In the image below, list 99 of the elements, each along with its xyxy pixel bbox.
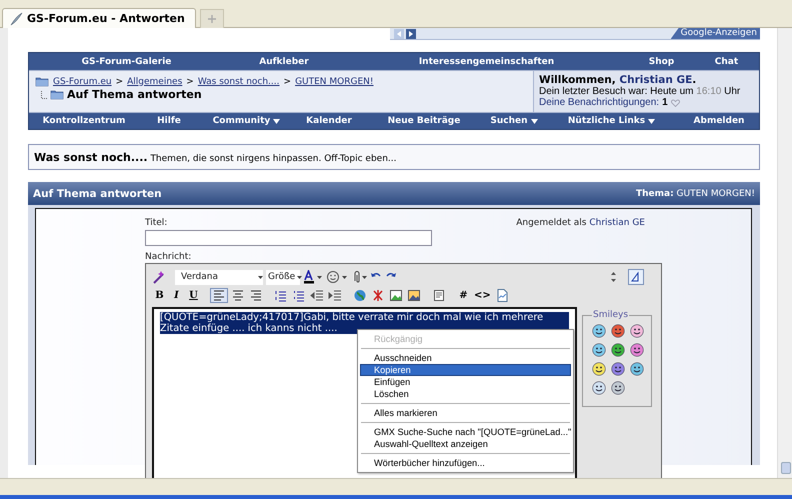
nav-link[interactable]: Aufkleber [259, 56, 309, 66]
align-left-button[interactable] [210, 288, 228, 302]
nav-link[interactable]: Suchen [490, 116, 538, 126]
photo-icon [407, 288, 421, 302]
toolbar-button[interactable]: # [456, 288, 471, 302]
breadcrumb-separator: > [116, 76, 124, 86]
nav-link[interactable]: Hilfe [157, 116, 181, 126]
field-label: Titel: [145, 218, 168, 228]
smiley-icon[interactable] [592, 324, 606, 338]
smiley-icon[interactable] [611, 343, 625, 357]
outdent-icon [310, 288, 324, 302]
caret-down-icon [530, 118, 538, 124]
globe-button[interactable] [352, 288, 368, 302]
smiley-icon[interactable] [630, 362, 644, 376]
ordered-list-icon [274, 288, 288, 302]
thread-label: Thema: GUTEN MORGEN! [636, 188, 755, 198]
size-select[interactable]: Größe [266, 270, 300, 284]
title-input[interactable] [145, 230, 432, 246]
caret-down-icon [258, 276, 263, 278]
nav-link[interactable]: Chat [714, 56, 738, 66]
menu-item[interactable]: GMX Suche-Suche nach "[QUOTE=grüneLad..." [360, 426, 571, 438]
font-select[interactable]: Verdana [175, 270, 263, 284]
notifications-link[interactable]: Deine Benachrichtigungen: [539, 97, 660, 108]
nav-link[interactable]: Shop [648, 56, 674, 66]
menu-item[interactable]: Ausschneiden [360, 352, 571, 364]
wand-icon[interactable] [152, 270, 166, 284]
smiley-menu-icon[interactable] [326, 270, 348, 284]
nav-link[interactable]: Nützliche Links [568, 116, 656, 126]
photo-button[interactable] [406, 288, 422, 302]
image-icon [389, 288, 403, 302]
align-center-button[interactable] [230, 288, 246, 302]
globe-icon [353, 288, 367, 302]
align-right-icon [249, 288, 263, 302]
field-label: Nachricht: [145, 252, 192, 262]
nav-link[interactable]: Neue Beiträge [388, 116, 460, 126]
tree-branch-icon [41, 90, 47, 98]
bullet-list-icon [292, 288, 306, 302]
notification-count: 1 [662, 97, 668, 108]
document-icon [494, 288, 509, 302]
resize-arrows-icon[interactable] [611, 271, 616, 283]
align-right-button[interactable] [248, 288, 264, 302]
breadcrumb-separator: > [284, 76, 292, 86]
smiley-icon[interactable] [630, 324, 644, 338]
nav-link[interactable]: Kalender [306, 116, 352, 126]
menu-item[interactable]: Wörterbücher hinzufügen... [360, 457, 571, 469]
menu-item[interactable]: Einfügen [360, 376, 571, 388]
caret-down-icon [273, 118, 280, 124]
nav-link[interactable]: Interessengemeinschaften [418, 56, 554, 66]
smiley-icon[interactable] [611, 362, 625, 376]
smiley-icon[interactable] [592, 343, 606, 357]
smiley-icon[interactable] [592, 362, 606, 376]
underline-button[interactable]: U [186, 288, 201, 302]
smiley-icon[interactable] [611, 381, 625, 395]
breadcrumb-link[interactable]: Allgemeines [127, 76, 182, 86]
folder-icon [50, 89, 64, 100]
forum-description: Was sonst noch.... Themen, die sonst nirgens hinpassen. Off-Topic eben... [34, 151, 398, 164]
outdent-button[interactable] [309, 288, 325, 302]
ads-label[interactable]: Google-Anzeigen [670, 28, 760, 39]
menu-item[interactable]: Alles markieren [360, 407, 571, 419]
indent-button[interactable] [327, 288, 343, 302]
align-center-icon [231, 288, 245, 302]
page-title: Auf Thema antworten [67, 88, 202, 101]
bold-button[interactable]: B [152, 288, 167, 302]
heart-icon [670, 98, 680, 106]
nav-link[interactable]: Kontrollzentrum [42, 116, 126, 126]
smileys-legend: Smileys [592, 310, 630, 320]
breadcrumb-link[interactable]: GS-Forum.eu [53, 76, 112, 86]
user-link[interactable]: Christian GE [589, 218, 645, 228]
nav-link[interactable]: Community [212, 116, 280, 126]
menu-item[interactable]: Kopieren [360, 364, 571, 376]
last-visit-text: Dein letzter Besuch war: Heute um 16:10 Uhr [539, 86, 742, 97]
welcome-text: Willkommen, Christian GE. [539, 74, 698, 86]
breadcrumb-separator: > [186, 76, 194, 86]
indent-icon [328, 288, 342, 302]
panel-title: Auf Thema antworten [33, 188, 162, 200]
feather-icon [9, 12, 23, 26]
mode-switch-icon[interactable] [628, 269, 644, 285]
logged-in-text: Angemeldet als Christian GE [516, 218, 645, 230]
plus-icon [208, 15, 216, 23]
image-button[interactable] [388, 288, 404, 302]
text-color-icon[interactable] [303, 270, 323, 284]
menu-item[interactable]: Auswahl-Quelltext anzeigen [360, 438, 571, 450]
browser-tab[interactable]: GS-Forum.eu - Antworten [2, 8, 196, 28]
menu-item[interactable]: Löschen [360, 388, 571, 400]
toolbar-button[interactable]: <> [473, 288, 492, 302]
nav-link[interactable]: GS-Forum-Galerie [82, 56, 172, 66]
folder-icon [35, 76, 49, 87]
align-left-icon [212, 288, 226, 302]
smiley-icon[interactable] [592, 381, 606, 395]
next-arrow-icon[interactable] [406, 28, 416, 38]
user-link[interactable]: Christian GE [619, 74, 692, 86]
smiley-icon[interactable] [611, 324, 625, 338]
caret-down-icon [648, 118, 656, 124]
smiley-icon[interactable] [630, 343, 644, 357]
italic-button[interactable]: I [169, 288, 184, 302]
breadcrumb-link[interactable]: GUTEN MORGEN! [295, 76, 374, 86]
breadcrumb-link[interactable]: Was sonst noch.... [198, 76, 280, 86]
caret-down-icon [297, 276, 302, 278]
nav-link[interactable]: Abmelden [694, 116, 744, 126]
